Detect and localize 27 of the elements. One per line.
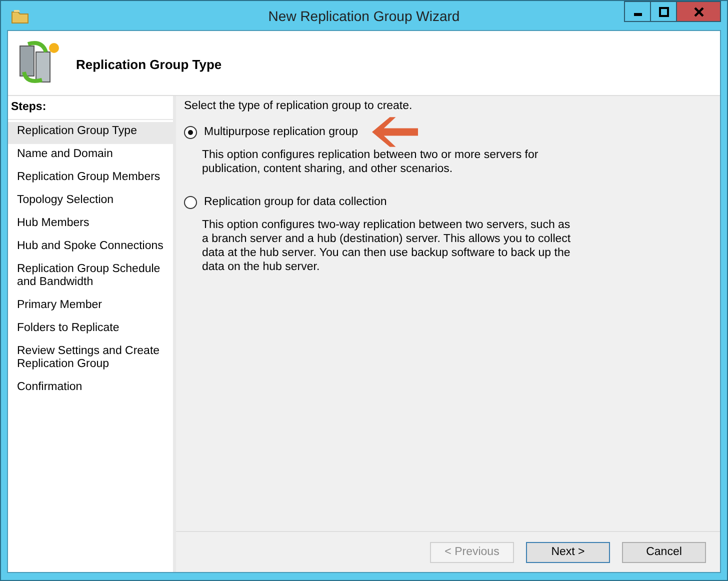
- maximize-icon: [658, 6, 668, 16]
- wizard-button[interactable]: Cancel: [622, 542, 706, 562]
- step-item: Replication Group Members: [16, 170, 162, 185]
- steps-heading: Steps:: [8, 98, 173, 120]
- step-item: Replication Group Type: [8, 122, 173, 144]
- step-item: Confirmation: [16, 380, 84, 395]
- folder-icon: [11, 8, 29, 24]
- minimize-icon: [634, 13, 642, 16]
- step-item: Review Settings and Create Replication Group: [16, 344, 161, 372]
- step-item: Hub and Spoke Connections: [16, 239, 164, 254]
- close-button[interactable]: [676, 1, 721, 22]
- step-item: Replication Group Schedule and Bandwidth: [16, 262, 162, 290]
- option-description: This option configures replication between two or more servers for publication, content sharing, and other scenarios.: [202, 148, 540, 176]
- close-icon: [694, 6, 704, 16]
- step-item: Topology Selection: [16, 193, 115, 208]
- step-item: Folders to Replicate: [16, 321, 120, 336]
- page-title: Replication Group Type: [76, 56, 222, 72]
- step-item: Hub Members: [16, 216, 90, 231]
- step-item: Name and Domain: [16, 147, 114, 162]
- instruction-text: Select the type of replication group to create.: [184, 100, 414, 112]
- option-description: This option configures two-way replication between two servers, such as a branch server and a hub (destination) server. This allows you to collect data at the hub server. You can then use backup software to back up the data on the hub server.: [202, 218, 572, 274]
- radio-option[interactable]: Multipurpose replication group: [184, 126, 358, 138]
- window-title: New Replication Group Wizard: [268, 8, 460, 24]
- minimize-button[interactable]: [624, 1, 651, 22]
- radio-option[interactable]: Replication group for data collection: [184, 196, 387, 208]
- step-item: Primary Member: [16, 298, 103, 313]
- wizard-button[interactable]: Next >: [526, 542, 610, 562]
